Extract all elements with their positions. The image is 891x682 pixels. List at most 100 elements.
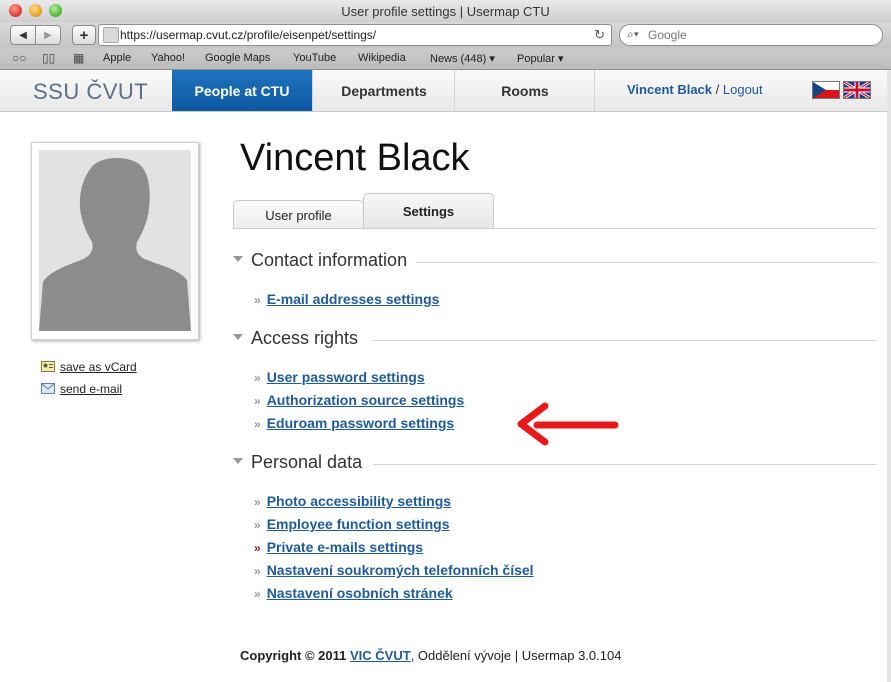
- site-icon: [103, 27, 119, 43]
- avatar-silhouette-icon: [39, 150, 191, 331]
- nav-departments[interactable]: Departments: [312, 70, 455, 111]
- save-vcard-label: save as vCard: [60, 360, 137, 374]
- link-user-password-settings[interactable]: » User password settings: [254, 369, 425, 385]
- double-chevron-icon: »: [254, 371, 261, 385]
- window-title: User profile settings | Usermap CTU: [341, 4, 550, 19]
- uk-flag-graphic: [844, 82, 870, 98]
- link-label[interactable]: Photo accessibility settings: [267, 493, 451, 509]
- bookmark-popular-label: Popular: [517, 53, 555, 65]
- link-eduroam-password-settings[interactable]: » Eduroam password settings: [254, 415, 454, 431]
- section-personal-data[interactable]: Personal data: [233, 452, 362, 473]
- tab-underline: [233, 228, 877, 229]
- bookmarks-bar: ○○ ▯▯ ▦ Apple Yahoo! Google Maps YouTube…: [0, 48, 891, 70]
- nav-divider: [594, 70, 596, 111]
- link-private-emails-settings[interactable]: » Private e-mails settings: [254, 539, 423, 555]
- section-divider: [372, 340, 877, 341]
- bookmark-news-label: News (448): [430, 53, 487, 65]
- link-personal-pages-settings[interactable]: » Nastavení osobních stránek: [254, 585, 453, 601]
- search-box[interactable]: ⌕▾: [619, 24, 883, 46]
- bookmark-youtube[interactable]: YouTube: [293, 52, 336, 64]
- section-divider: [417, 262, 877, 263]
- link-employee-function-settings[interactable]: » Employee function settings: [254, 516, 450, 532]
- window-titlebar: User profile settings | Usermap CTU: [0, 0, 891, 23]
- bookmark-news[interactable]: News (448) ▾: [430, 52, 495, 65]
- link-label[interactable]: Private e-mails settings: [267, 539, 423, 555]
- section-access-rights[interactable]: Access rights: [233, 328, 358, 349]
- page-footer: Copyright © 2011 VIC ČVUT, Oddělení vývo…: [240, 648, 621, 663]
- link-label[interactable]: Nastavení osobních stránek: [267, 585, 453, 601]
- collapse-triangle-icon: [233, 256, 243, 262]
- address-bar[interactable]: https://usermap.cvut.cz/profile/eisenpet…: [98, 24, 612, 46]
- reload-icon[interactable]: ↻: [594, 27, 605, 43]
- link-label[interactable]: E-mail addresses settings: [267, 291, 440, 307]
- logout-link[interactable]: Logout: [723, 82, 763, 97]
- top-sites-grid-icon[interactable]: ▦: [73, 51, 84, 65]
- section-personal-title: Personal data: [251, 452, 363, 472]
- link-photo-accessibility-settings[interactable]: » Photo accessibility settings: [254, 493, 451, 509]
- back-arrow-icon: ◀: [19, 29, 27, 41]
- bookmarks-book-icon[interactable]: ▯▯: [42, 51, 55, 65]
- save-vcard-link[interactable]: save as vCard: [41, 360, 137, 374]
- forward-button[interactable]: ▶: [35, 25, 61, 45]
- page-title: Vincent Black: [240, 137, 470, 179]
- add-bookmark-button[interactable]: +: [72, 25, 96, 45]
- tab-user-profile[interactable]: User profile: [233, 200, 364, 229]
- send-email-link[interactable]: send e-mail: [41, 382, 122, 396]
- link-email-addresses-settings[interactable]: » E-mail addresses settings: [254, 291, 439, 307]
- bookmark-wikipedia[interactable]: Wikipedia: [358, 52, 406, 64]
- uk-flag-icon[interactable]: [843, 81, 871, 99]
- plus-icon: +: [79, 26, 89, 44]
- double-chevron-icon: »: [254, 394, 261, 408]
- profile-photo: [39, 150, 191, 331]
- search-input[interactable]: [646, 26, 875, 44]
- user-separator: /: [712, 82, 723, 97]
- czech-flag-icon[interactable]: [812, 81, 840, 99]
- vic-cvut-link[interactable]: VIC ČVUT: [350, 648, 411, 663]
- double-chevron-icon: »: [254, 518, 261, 532]
- link-label[interactable]: Authorization source settings: [267, 392, 465, 408]
- scrollbar-track[interactable]: [887, 70, 891, 682]
- tab-settings[interactable]: Settings: [363, 193, 494, 229]
- link-private-phone-numbers-settings[interactable]: » Nastavení soukromých telefonních čísel: [254, 562, 534, 578]
- link-authorization-source-settings[interactable]: » Authorization source settings: [254, 392, 464, 408]
- browser-toolbar: ◀ ▶ + https://usermap.cvut.cz/profile/ei…: [0, 22, 891, 48]
- chevron-down-icon: ▾: [557, 53, 564, 65]
- link-label[interactable]: Employee function settings: [267, 516, 450, 532]
- link-label[interactable]: User password settings: [267, 369, 425, 385]
- bookmark-apple[interactable]: Apple: [103, 52, 131, 64]
- double-chevron-icon: »: [254, 293, 261, 307]
- bookmark-google-maps[interactable]: Google Maps: [205, 52, 270, 64]
- section-contact-title: Contact information: [251, 250, 408, 270]
- url-text[interactable]: https://usermap.cvut.cz/profile/eisenpet…: [120, 28, 376, 42]
- chevron-down-icon: ▾: [489, 53, 495, 65]
- user-area: Vincent Black / Logout: [627, 82, 763, 97]
- footer-rest-text: , Oddělení vývoje | Usermap 3.0.104: [410, 648, 622, 663]
- double-chevron-icon: »: [254, 541, 261, 555]
- site-logo[interactable]: SSU ČVUT: [33, 79, 148, 105]
- collapse-triangle-icon: [233, 458, 243, 464]
- bookmark-popular[interactable]: Popular ▾: [517, 52, 564, 65]
- section-contact-information[interactable]: Contact information: [233, 250, 407, 271]
- send-email-label: send e-mail: [60, 382, 123, 396]
- vcard-icon: [41, 361, 55, 372]
- back-button[interactable]: ◀: [10, 25, 36, 45]
- bookmark-yahoo[interactable]: Yahoo!: [151, 52, 185, 64]
- double-chevron-icon: »: [254, 495, 261, 509]
- envelope-icon: [41, 383, 55, 394]
- collapse-triangle-icon: [233, 334, 243, 340]
- link-label[interactable]: Nastavení soukromých telefonních čísel: [267, 562, 534, 578]
- site-header: SSU ČVUT People at CTU Departments Rooms…: [0, 70, 891, 112]
- double-chevron-icon: »: [254, 587, 261, 601]
- forward-arrow-icon: ▶: [44, 29, 52, 41]
- reading-list-icon[interactable]: ○○: [12, 51, 27, 65]
- user-name-link[interactable]: Vincent Black: [627, 82, 712, 97]
- section-access-title: Access rights: [251, 328, 359, 348]
- nav-rooms[interactable]: Rooms: [454, 70, 595, 111]
- red-annotation-arrow-icon: [517, 402, 619, 446]
- profile-photo-frame: [31, 142, 199, 340]
- double-chevron-icon: »: [254, 564, 261, 578]
- double-chevron-icon: »: [254, 417, 261, 431]
- link-label[interactable]: Eduroam password settings: [267, 415, 454, 431]
- nav-people-at-ctu[interactable]: People at CTU: [172, 70, 312, 111]
- search-icon: ⌕▾: [627, 27, 639, 41]
